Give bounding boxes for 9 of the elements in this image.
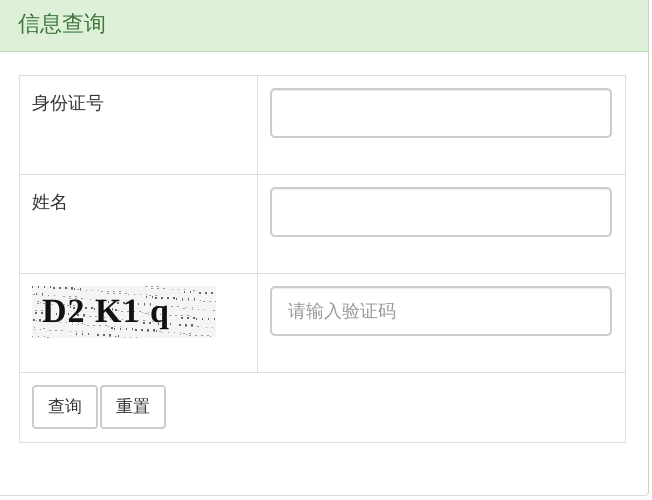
input-field[interactable] [270, 88, 612, 138]
panel-title: 信息查询 [0, 0, 648, 52]
field-label: 身份证号 [32, 93, 104, 113]
input-field[interactable] [270, 187, 612, 237]
field-label: 姓名 [32, 192, 68, 212]
captcha-field[interactable]: 请输入验证码 [270, 286, 612, 336]
query-button[interactable]: 查询 [32, 385, 98, 428]
captcha-image: D2 K1 q [32, 286, 216, 338]
reset-button[interactable]: 重置 [100, 385, 166, 428]
